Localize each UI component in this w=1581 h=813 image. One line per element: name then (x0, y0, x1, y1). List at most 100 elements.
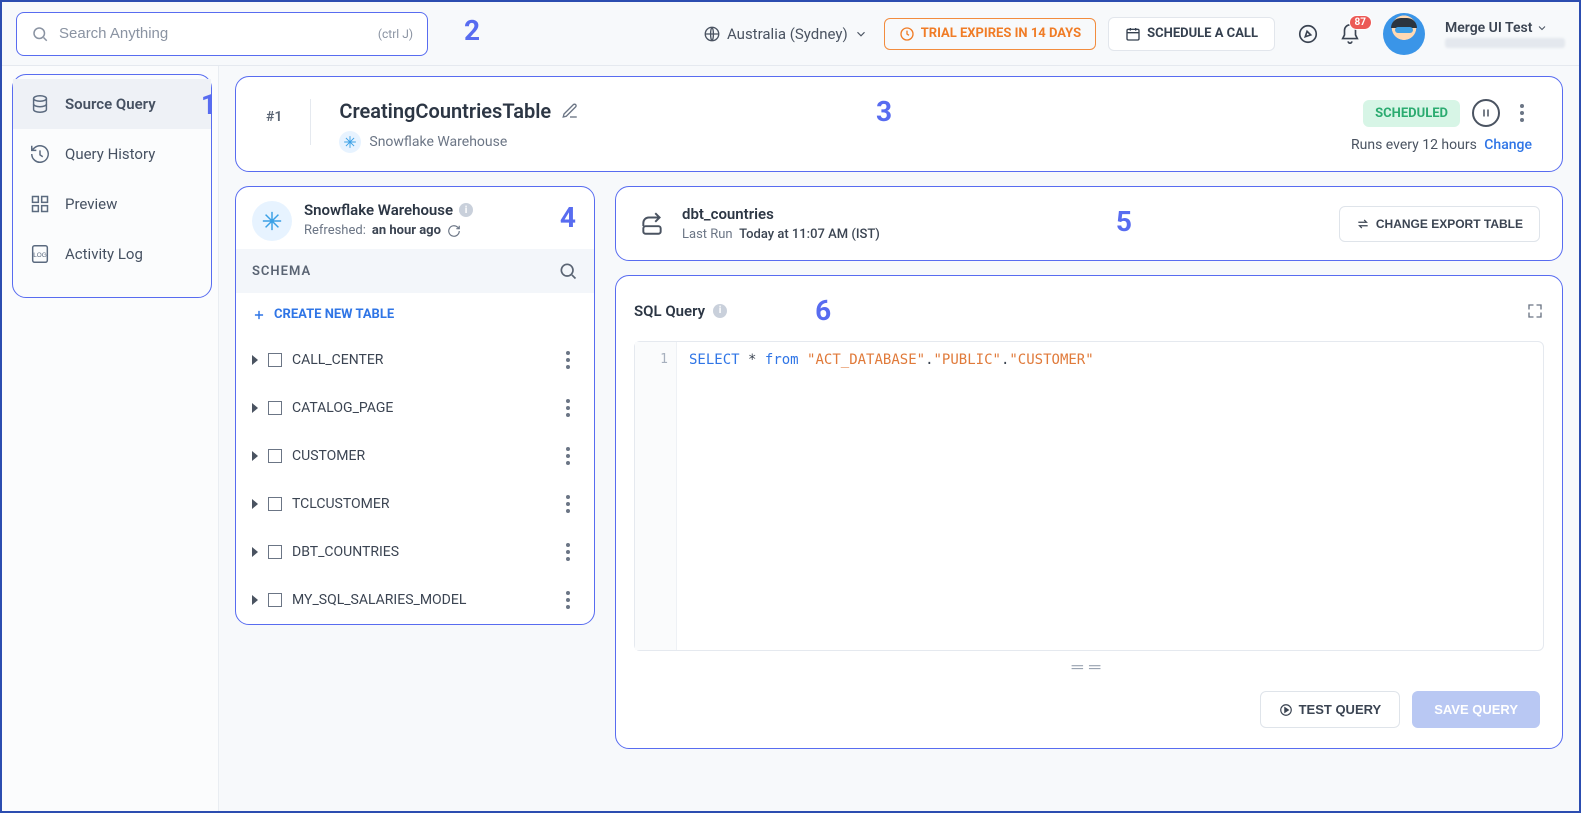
grid-icon (29, 193, 51, 215)
schedule-call-button[interactable]: SCHEDULE A CALL (1108, 17, 1275, 51)
globe-icon (703, 25, 721, 43)
row-more-menu[interactable] (558, 444, 578, 468)
last-run-value: Today at 11:07 AM (IST) (739, 227, 880, 242)
create-table-label: CREATE NEW TABLE (274, 307, 394, 322)
sidebar-item-label: Preview (65, 195, 117, 213)
test-query-label: TEST QUERY (1299, 702, 1382, 717)
sidebar-item-preview[interactable]: Preview (13, 179, 211, 229)
change-export-label: CHANGE EXPORT TABLE (1376, 217, 1523, 231)
explore-icon-button[interactable] (1295, 21, 1321, 47)
user-name-label: Merge UI Test (1445, 20, 1565, 36)
table-name: CATALOG_PAGE (292, 400, 393, 416)
refresh-icon[interactable] (447, 224, 461, 238)
sql-label: SQL Query (634, 302, 705, 320)
sql-code[interactable]: SELECT * from "ACT_DATABASE"."PUBLIC"."C… (677, 342, 1106, 650)
notification-count: 87 (1349, 15, 1372, 30)
last-run-label: Last Run (682, 227, 733, 242)
sidebar-item-source-query[interactable]: Source Query 1 (13, 79, 211, 129)
callout-2: 2 (464, 14, 480, 47)
calendar-icon (1125, 26, 1141, 42)
region-selector[interactable]: Australia (Sydney) (699, 19, 872, 49)
pause-icon (1480, 107, 1492, 119)
callout-6: 6 (815, 294, 831, 327)
table-icon (268, 593, 282, 607)
row-more-menu[interactable] (558, 348, 578, 372)
status-badge: SCHEDULED (1363, 100, 1460, 127)
edit-icon[interactable] (561, 102, 579, 120)
line-gutter: 1 (635, 342, 677, 650)
content: #1 CreatingCountriesTable Snowflake Ware… (219, 66, 1579, 811)
sidebar-item-query-history[interactable]: Query History (13, 129, 211, 179)
source-label: Snowflake Warehouse (369, 134, 507, 150)
expand-button[interactable] (1526, 302, 1544, 320)
callout-1: 1 (201, 88, 217, 121)
sidebar-item-label: Query History (65, 145, 155, 163)
table-row[interactable]: CALL_CENTER (236, 336, 594, 384)
test-query-button[interactable]: TEST QUERY (1260, 691, 1401, 728)
change-schedule-link[interactable]: Change (1484, 137, 1532, 153)
pause-button[interactable] (1472, 99, 1500, 127)
table-icon (268, 449, 282, 463)
table-icon (268, 353, 282, 367)
callout-4: 4 (560, 201, 576, 234)
row-more-menu[interactable] (558, 396, 578, 420)
table-row[interactable]: DBT_COUNTRIES (236, 528, 594, 576)
table-row[interactable]: CATALOG_PAGE (236, 384, 594, 432)
sidebar-item-label: Activity Log (65, 245, 143, 263)
caret-icon (252, 355, 258, 365)
history-icon (29, 143, 51, 165)
row-more-menu[interactable] (558, 540, 578, 564)
page-title: CreatingCountriesTable (339, 99, 551, 123)
table-icon (268, 545, 282, 559)
table-name: DBT_COUNTRIES (292, 544, 399, 560)
resize-handle[interactable]: ══ (634, 657, 1544, 677)
search-icon[interactable] (558, 261, 578, 281)
export-icon (638, 210, 666, 238)
table-row[interactable]: TCLCUSTOMER (236, 480, 594, 528)
create-table-button[interactable]: CREATE NEW TABLE (236, 293, 594, 336)
user-menu[interactable]: Merge UI Test (1445, 20, 1565, 48)
sql-panel: SQL Query i 6 1 SELECT * from "ACT_DATAB… (615, 275, 1563, 749)
search-icon (31, 25, 49, 43)
trial-banner[interactable]: TRIAL EXPIRES IN 14 DAYS (884, 18, 1096, 50)
avatar[interactable] (1383, 13, 1425, 55)
search-input[interactable] (59, 25, 368, 42)
table-row[interactable]: CUSTOMER (236, 432, 594, 480)
row-more-menu[interactable] (558, 492, 578, 516)
info-icon[interactable]: i (459, 203, 473, 217)
export-panel: dbt_countries Last Run Today at 11:07 AM… (615, 186, 1563, 261)
sql-editor[interactable]: 1 SELECT * from "ACT_DATABASE"."PUBLIC".… (634, 341, 1544, 651)
caret-icon (252, 499, 258, 509)
sidebar-item-activity-log[interactable]: LOG Activity Log (13, 229, 211, 279)
table-name: TCLCUSTOMER (292, 496, 389, 512)
caret-icon (252, 403, 258, 413)
region-label: Australia (Sydney) (727, 25, 848, 43)
notifications-button[interactable]: 87 (1337, 21, 1363, 47)
plus-icon (252, 308, 266, 322)
table-row[interactable]: MY_SQL_SALARIES_MODEL (236, 576, 594, 624)
callout-5: 5 (1116, 205, 1132, 238)
search-container[interactable]: (ctrl J) (16, 12, 428, 56)
swap-icon (1356, 217, 1370, 231)
schema-section-header: SCHEMA (236, 249, 594, 293)
row-more-menu[interactable] (558, 588, 578, 612)
caret-icon (252, 595, 258, 605)
table-icon (268, 497, 282, 511)
play-icon (1279, 703, 1293, 717)
change-export-button[interactable]: CHANGE EXPORT TABLE (1339, 206, 1540, 242)
database-icon (29, 93, 51, 115)
schedule-call-label: SCHEDULE A CALL (1147, 26, 1258, 41)
more-menu[interactable] (1512, 101, 1532, 125)
save-query-label: SAVE QUERY (1434, 702, 1518, 717)
top-icons: 87 (1295, 21, 1363, 47)
snowflake-chip (339, 131, 361, 153)
table-name: CALL_CENTER (292, 352, 383, 368)
trial-text: TRIAL EXPIRES IN 14 DAYS (921, 26, 1081, 41)
table-list: CALL_CENTER CATALOG_PAGE CUSTOMER TCLCUSTOM… (236, 336, 594, 624)
info-icon[interactable]: i (713, 304, 727, 318)
caret-icon (252, 547, 258, 557)
user-email-blur (1445, 38, 1565, 48)
refreshed-value: an hour ago (372, 223, 441, 238)
export-table-name: dbt_countries (682, 205, 880, 223)
refreshed-label: Refreshed: (304, 223, 366, 238)
